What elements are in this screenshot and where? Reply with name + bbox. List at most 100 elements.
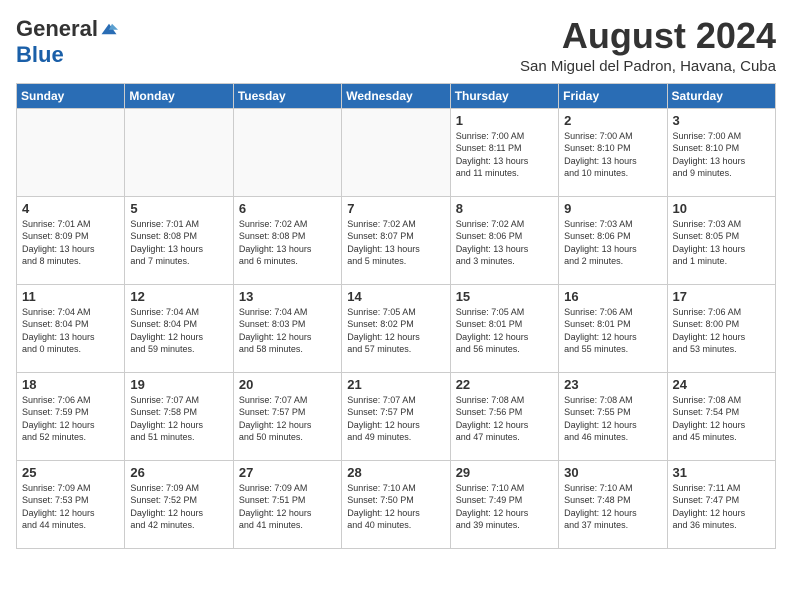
day-number: 20 — [239, 377, 336, 392]
calendar-cell: 31Sunrise: 7:11 AMSunset: 7:47 PMDayligh… — [667, 460, 775, 548]
day-number: 25 — [22, 465, 119, 480]
day-number: 16 — [564, 289, 661, 304]
calendar-cell: 20 Sunrise: 7:07 AMSunset: 7:57 PMDayligh… — [233, 372, 341, 460]
day-number: 23 — [564, 377, 661, 392]
logo-blue-text: Blue — [16, 42, 64, 68]
day-number: 5 — [130, 201, 227, 216]
day-info: Sunrise: 7:02 AMSunset: 8:07 PMDaylight:… — [347, 218, 444, 268]
calendar-cell: 8Sunrise: 7:02 AMSunset: 8:06 PMDaylight… — [450, 196, 558, 284]
day-number: 1 — [456, 113, 553, 128]
day-info: Sunrise: 7:06 AMSunset: 8:00 PMDaylight:… — [673, 306, 770, 356]
day-header-wednesday: Wednesday — [342, 83, 450, 108]
day-number: 7 — [347, 201, 444, 216]
calendar-cell: 7 Sunrise: 7:02 AMSunset: 8:07 PMDaylight… — [342, 196, 450, 284]
day-info: Sunrise: 7:09 AMSunset: 7:51 PMDaylight:… — [239, 482, 336, 532]
calendar-cell: 11 Sunrise: 7:04 AMSunset: 8:04 PMDayligh… — [17, 284, 125, 372]
calendar-cell: 28Sunrise: 7:10 AMSunset: 7:50 PMDayligh… — [342, 460, 450, 548]
logo-icon — [100, 20, 118, 38]
day-info: Sunrise: 7:07 AMSunset: 7:58 PMDaylight:… — [130, 394, 227, 444]
day-info: Sunrise: 7:00 AMSunset: 8:10 PMDaylight:… — [673, 130, 770, 180]
calendar-cell: 4 Sunrise: 7:01 AMSunset: 8:09 PMDaylight… — [17, 196, 125, 284]
day-number: 11 — [22, 289, 119, 304]
day-header-saturday: Saturday — [667, 83, 775, 108]
day-header-friday: Friday — [559, 83, 667, 108]
day-info: Sunrise: 7:05 AMSunset: 8:02 PMDaylight:… — [347, 306, 444, 356]
day-number: 26 — [130, 465, 227, 480]
calendar-header-row: SundayMondayTuesdayWednesdayThursdayFrid… — [17, 83, 776, 108]
calendar-cell: 24Sunrise: 7:08 AMSunset: 7:54 PMDayligh… — [667, 372, 775, 460]
day-info: Sunrise: 7:03 AMSunset: 8:06 PMDaylight:… — [564, 218, 661, 268]
day-number: 13 — [239, 289, 336, 304]
calendar-cell: 23Sunrise: 7:08 AMSunset: 7:55 PMDayligh… — [559, 372, 667, 460]
calendar-cell: 15 Sunrise: 7:05 AMSunset: 8:01 PMDayligh… — [450, 284, 558, 372]
day-number: 3 — [673, 113, 770, 128]
calendar-week-row: 11 Sunrise: 7:04 AMSunset: 8:04 PMDayligh… — [17, 284, 776, 372]
calendar-cell — [342, 108, 450, 196]
day-info: Sunrise: 7:04 AMSunset: 8:03 PMDaylight:… — [239, 306, 336, 356]
day-info: Sunrise: 7:08 AMSunset: 7:56 PMDaylight:… — [456, 394, 553, 444]
calendar-cell: 10Sunrise: 7:03 AMSunset: 8:05 PMDayligh… — [667, 196, 775, 284]
day-number: 8 — [456, 201, 553, 216]
day-number: 30 — [564, 465, 661, 480]
page-header: General Blue August 2024 San Miguel del … — [16, 16, 776, 75]
calendar-cell: 29 Sunrise: 7:10 AMSunset: 7:49 PMDayligh… — [450, 460, 558, 548]
day-info: Sunrise: 7:07 AMSunset: 7:57 PMDaylight:… — [347, 394, 444, 444]
day-info: Sunrise: 7:01 AMSunset: 8:08 PMDaylight:… — [130, 218, 227, 268]
calendar-cell: 21 Sunrise: 7:07 AMSunset: 7:57 PMDayligh… — [342, 372, 450, 460]
day-number: 4 — [22, 201, 119, 216]
location: San Miguel del Padron, Havana, Cuba — [520, 58, 776, 75]
calendar-cell: 30Sunrise: 7:10 AMSunset: 7:48 PMDayligh… — [559, 460, 667, 548]
day-info: Sunrise: 7:10 AMSunset: 7:49 PMDaylight:… — [456, 482, 553, 532]
day-info: Sunrise: 7:05 AMSunset: 8:01 PMDaylight:… — [456, 306, 553, 356]
calendar-cell: 1 Sunrise: 7:00 AMSunset: 8:11 PMDaylight… — [450, 108, 558, 196]
day-header-monday: Monday — [125, 83, 233, 108]
day-info: Sunrise: 7:04 AMSunset: 8:04 PMDaylight:… — [22, 306, 119, 356]
calendar-cell: 25 Sunrise: 7:09 AMSunset: 7:53 PMDayligh… — [17, 460, 125, 548]
day-info: Sunrise: 7:07 AMSunset: 7:57 PMDaylight:… — [239, 394, 336, 444]
calendar-cell: 14Sunrise: 7:05 AMSunset: 8:02 PMDayligh… — [342, 284, 450, 372]
day-info: Sunrise: 7:06 AMSunset: 8:01 PMDaylight:… — [564, 306, 661, 356]
calendar-cell — [125, 108, 233, 196]
calendar-cell: 5 Sunrise: 7:01 AMSunset: 8:08 PMDaylight… — [125, 196, 233, 284]
day-header-tuesday: Tuesday — [233, 83, 341, 108]
calendar-cell — [233, 108, 341, 196]
calendar-week-row: 4 Sunrise: 7:01 AMSunset: 8:09 PMDaylight… — [17, 196, 776, 284]
calendar-table: SundayMondayTuesdayWednesdayThursdayFrid… — [16, 83, 776, 549]
title-block: August 2024 San Miguel del Padron, Havan… — [520, 16, 776, 75]
calendar-cell: 16 Sunrise: 7:06 AMSunset: 8:01 PMDayligh… — [559, 284, 667, 372]
calendar-cell: 9 Sunrise: 7:03 AMSunset: 8:06 PMDaylight… — [559, 196, 667, 284]
day-info: Sunrise: 7:01 AMSunset: 8:09 PMDaylight:… — [22, 218, 119, 268]
day-number: 6 — [239, 201, 336, 216]
day-header-sunday: Sunday — [17, 83, 125, 108]
day-info: Sunrise: 7:00 AMSunset: 8:11 PMDaylight:… — [456, 130, 553, 180]
calendar-cell: 19 Sunrise: 7:07 AMSunset: 7:58 PMDayligh… — [125, 372, 233, 460]
calendar-cell: 22 Sunrise: 7:08 AMSunset: 7:56 PMDayligh… — [450, 372, 558, 460]
day-number: 15 — [456, 289, 553, 304]
calendar-week-row: 18 Sunrise: 7:06 AMSunset: 7:59 PMDayligh… — [17, 372, 776, 460]
logo: General Blue — [16, 16, 118, 68]
day-header-thursday: Thursday — [450, 83, 558, 108]
day-info: Sunrise: 7:00 AMSunset: 8:10 PMDaylight:… — [564, 130, 661, 180]
calendar-cell: 6Sunrise: 7:02 AMSunset: 8:08 PMDaylight… — [233, 196, 341, 284]
day-info: Sunrise: 7:10 AMSunset: 7:50 PMDaylight:… — [347, 482, 444, 532]
calendar-cell: 12Sunrise: 7:04 AMSunset: 8:04 PMDayligh… — [125, 284, 233, 372]
calendar-cell: 13 Sunrise: 7:04 AMSunset: 8:03 PMDayligh… — [233, 284, 341, 372]
calendar-cell — [17, 108, 125, 196]
calendar-week-row: 25 Sunrise: 7:09 AMSunset: 7:53 PMDayligh… — [17, 460, 776, 548]
calendar-cell: 27 Sunrise: 7:09 AMSunset: 7:51 PMDayligh… — [233, 460, 341, 548]
day-number: 27 — [239, 465, 336, 480]
day-number: 17 — [673, 289, 770, 304]
day-info: Sunrise: 7:09 AMSunset: 7:52 PMDaylight:… — [130, 482, 227, 532]
day-number: 9 — [564, 201, 661, 216]
day-number: 18 — [22, 377, 119, 392]
logo-general-text: General — [16, 16, 98, 42]
calendar-cell: 26 Sunrise: 7:09 AMSunset: 7:52 PMDayligh… — [125, 460, 233, 548]
day-info: Sunrise: 7:09 AMSunset: 7:53 PMDaylight:… — [22, 482, 119, 532]
day-number: 29 — [456, 465, 553, 480]
day-info: Sunrise: 7:03 AMSunset: 8:05 PMDaylight:… — [673, 218, 770, 268]
day-number: 19 — [130, 377, 227, 392]
day-number: 22 — [456, 377, 553, 392]
day-info: Sunrise: 7:06 AMSunset: 7:59 PMDaylight:… — [22, 394, 119, 444]
calendar-cell: 2Sunrise: 7:00 AMSunset: 8:10 PMDaylight… — [559, 108, 667, 196]
day-number: 21 — [347, 377, 444, 392]
